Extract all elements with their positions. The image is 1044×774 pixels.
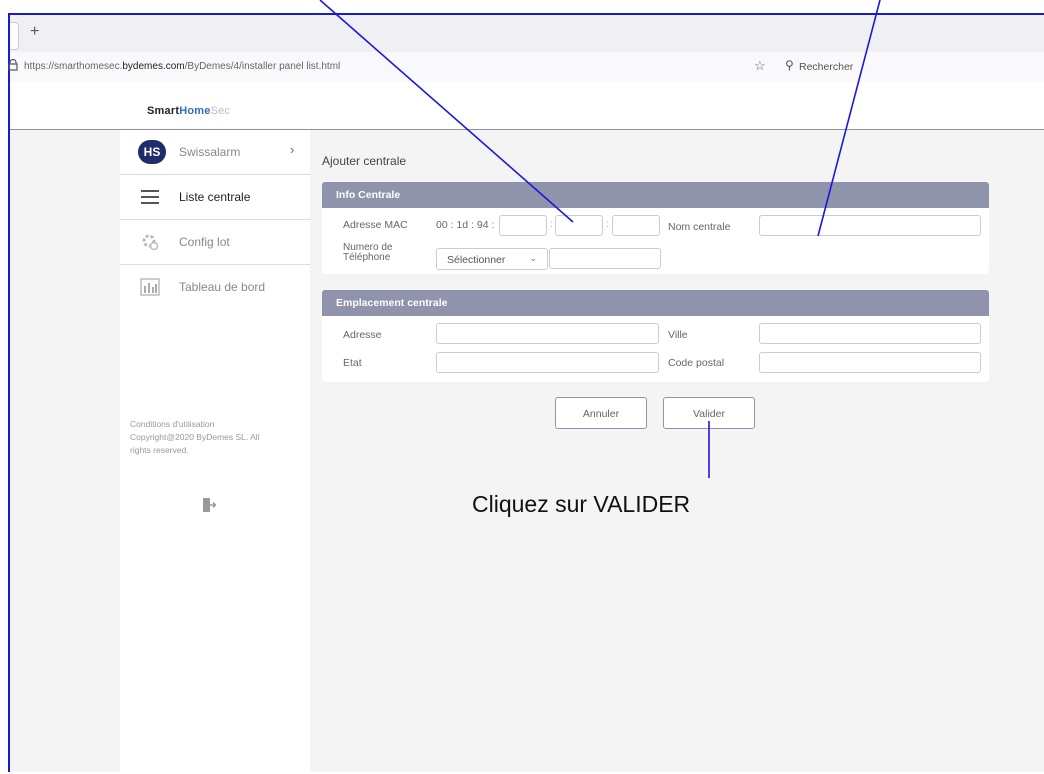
annotation-overlay — [319, 0, 881, 478]
annotation-arrow-name — [817, 0, 881, 237]
annotation-caption: Cliquez sur VALIDER — [472, 491, 691, 517]
annotation-arrow-mac — [319, 0, 574, 223]
